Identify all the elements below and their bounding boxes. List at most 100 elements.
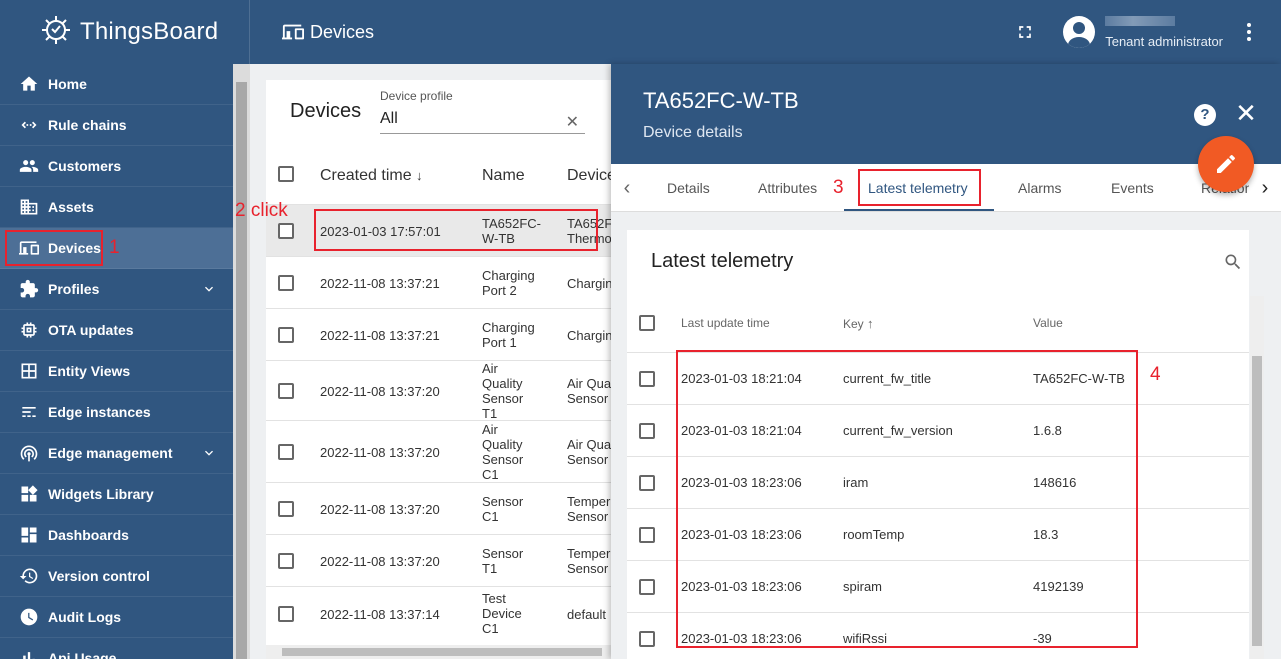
tab-attributes[interactable]: Attributes: [758, 180, 817, 196]
row-checkbox[interactable]: [639, 475, 655, 491]
row-profile: Air Qual Sensor: [567, 376, 611, 406]
column-device-profile[interactable]: Device p: [567, 167, 611, 185]
more-menu-icon[interactable]: [1237, 20, 1261, 44]
row-created-time: 2022-11-08 13:37:14: [320, 607, 440, 622]
tab-details[interactable]: Details: [667, 180, 710, 196]
sidebar-item-api-usage[interactable]: Api Usage: [0, 638, 233, 659]
thingsboard-logo-icon: [36, 10, 76, 55]
row-checkbox[interactable]: [639, 423, 655, 439]
row-checkbox[interactable]: [639, 371, 655, 387]
row-checkbox[interactable]: [639, 527, 655, 543]
sidebar-item-assets[interactable]: Assets: [0, 187, 233, 228]
row-name: Charging Port 1: [482, 320, 535, 350]
sidebar-item-customers[interactable]: Customers: [0, 146, 233, 187]
sidebar-item-widgets-library[interactable]: Widgets Library: [0, 474, 233, 515]
sort-down-icon: ↓: [416, 168, 423, 183]
user-avatar-icon[interactable]: [1063, 16, 1096, 48]
sidebar-item-label: Edge instances: [48, 404, 151, 420]
fullscreen-icon[interactable]: [1015, 22, 1035, 42]
select-all-checkbox[interactable]: [639, 315, 655, 331]
telemetry-title: Latest telemetry: [651, 250, 794, 272]
table-row[interactable]: 2022-11-08 13:37:21 Charging Port 2 Char…: [266, 256, 611, 308]
details-subtitle: Device details: [643, 124, 743, 141]
sidebar-item-home[interactable]: Home: [0, 64, 233, 105]
sidebar-scrollbar[interactable]: [233, 64, 250, 659]
sidebar-item-edge-management[interactable]: Edge management: [0, 433, 233, 474]
sidebar-item-dashboards[interactable]: Dashboards: [0, 515, 233, 556]
sort-up-icon: ↑: [867, 316, 874, 331]
clear-icon[interactable]: ✕: [566, 112, 579, 132]
chevron-down-icon[interactable]: [201, 281, 217, 297]
row-checkbox[interactable]: [278, 444, 294, 460]
details-header: TA652FC-W-TB Device details ? ✕: [611, 64, 1281, 164]
edit-button[interactable]: [1198, 136, 1254, 192]
assets-icon: [18, 196, 40, 218]
row-created-time: 2022-11-08 13:37:20: [320, 502, 440, 517]
sidebar: Home Rule chains Customers Assets Device…: [0, 64, 233, 659]
sidebar-item-audit-logs[interactable]: Audit Logs: [0, 597, 233, 638]
tab-events[interactable]: Events: [1111, 180, 1154, 196]
row-checkbox[interactable]: [278, 275, 294, 291]
version-control-icon: [18, 565, 40, 587]
devices-table-title: Devices: [290, 100, 362, 122]
row-name: Sensor T1: [482, 546, 524, 576]
row-checkbox[interactable]: [639, 631, 655, 647]
sidebar-item-edge-instances[interactable]: Edge instances: [0, 392, 233, 433]
column-last-update-time[interactable]: Last update time: [681, 316, 770, 330]
tab-alarms[interactable]: Alarms: [1018, 180, 1062, 196]
column-created-time[interactable]: Created time ↓: [320, 167, 423, 185]
table-row[interactable]: 2022-11-08 13:37:14 Test Device C1 defau…: [266, 586, 611, 640]
sidebar-item-label: Assets: [48, 199, 94, 215]
table-row[interactable]: 2022-11-08 13:37:20 Sensor C1 Temper Sen…: [266, 482, 611, 534]
row-checkbox[interactable]: [278, 327, 294, 343]
row-created-time: 2022-11-08 13:37:21: [320, 276, 440, 291]
telemetry-vertical-scrollbar[interactable]: [1250, 296, 1264, 659]
column-value[interactable]: Value: [1033, 316, 1063, 330]
edge-instances-icon: [18, 401, 40, 423]
row-created-time: 2022-11-08 13:37:20: [320, 445, 440, 460]
search-icon[interactable]: [1223, 252, 1243, 272]
table-row[interactable]: 2022-11-08 13:37:20 Air Quality Sensor C…: [266, 420, 611, 482]
tabs-scroll-left-icon[interactable]: ‹: [611, 164, 643, 212]
help-icon[interactable]: ?: [1194, 104, 1216, 126]
row-checkbox[interactable]: [278, 383, 294, 399]
table-row[interactable]: 2022-11-08 13:37:20 Sensor T1 Temper Sen…: [266, 534, 611, 586]
sidebar-item-ota-updates[interactable]: OTA updates: [0, 310, 233, 351]
chevron-down-icon[interactable]: [201, 445, 217, 461]
close-icon[interactable]: ✕: [1234, 100, 1258, 126]
ota-updates-icon: [18, 319, 40, 341]
row-checkbox[interactable]: [278, 223, 294, 239]
annotation-box-latest-telemetry-tab: [858, 169, 981, 206]
row-name: Sensor C1: [482, 494, 524, 524]
column-key[interactable]: Key ↑: [843, 316, 874, 331]
annotation-step-1: 1: [109, 237, 120, 258]
table-horizontal-scrollbar[interactable]: [266, 645, 611, 659]
annotation-step-4: 4: [1150, 364, 1161, 385]
tabs-scroll-right-icon[interactable]: ›: [1249, 164, 1281, 212]
sidebar-item-label: Edge management: [48, 445, 173, 461]
page-title: Devices: [282, 0, 374, 64]
row-checkbox[interactable]: [639, 579, 655, 595]
table-row[interactable]: 2022-11-08 13:37:20 Air Quality Sensor T…: [266, 360, 611, 421]
dashboards-icon: [18, 524, 40, 546]
brand-name: ThingsBoard: [80, 18, 219, 45]
table-row[interactable]: 2022-11-08 13:37:21 Charging Port 1 Char…: [266, 308, 611, 360]
sidebar-item-profiles[interactable]: Profiles: [0, 269, 233, 310]
home-icon: [18, 73, 40, 95]
select-all-checkbox[interactable]: [278, 166, 294, 182]
device-profile-select[interactable]: All ✕: [380, 110, 585, 134]
column-name[interactable]: Name: [482, 167, 525, 185]
row-checkbox[interactable]: [278, 606, 294, 622]
row-checkbox[interactable]: [278, 501, 294, 517]
sidebar-item-label: Widgets Library: [48, 486, 154, 502]
row-checkbox[interactable]: [278, 553, 294, 569]
audit-logs-icon: [18, 606, 40, 628]
sidebar-item-version-control[interactable]: Version control: [0, 556, 233, 597]
sidebar-item-entity-views[interactable]: Entity Views: [0, 351, 233, 392]
brand[interactable]: ThingsBoard: [0, 0, 250, 64]
sidebar-item-rule-chains[interactable]: Rule chains: [0, 105, 233, 146]
sidebar-item-label: Customers: [48, 158, 122, 174]
annotation-step-2: 2 click: [235, 200, 288, 221]
user-info[interactable]: Tenant administrator: [1105, 15, 1223, 49]
sidebar-item-label: Rule chains: [48, 117, 127, 133]
